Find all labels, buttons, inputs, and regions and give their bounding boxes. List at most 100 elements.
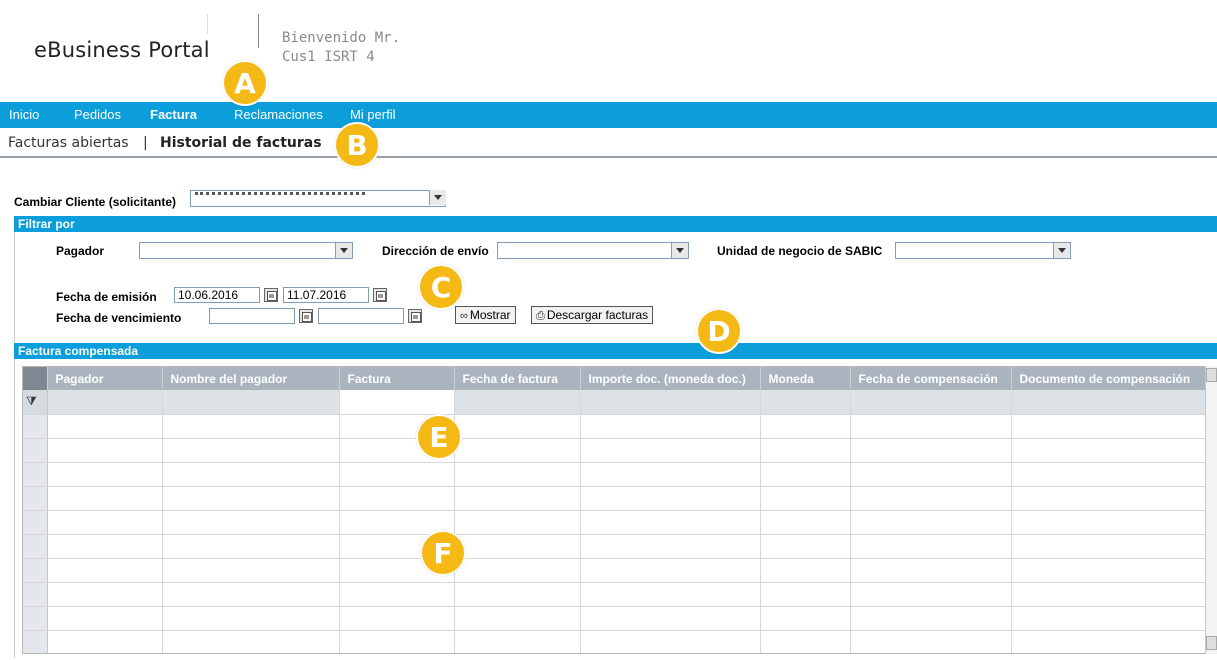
table-cell[interactable] [454, 510, 581, 535]
table-cell[interactable] [1011, 462, 1207, 487]
table-cell[interactable] [850, 462, 1012, 487]
table-cell[interactable] [162, 534, 340, 559]
table-cell[interactable] [580, 438, 761, 463]
table-cell[interactable] [162, 438, 340, 463]
table-row[interactable] [23, 558, 1207, 583]
table-cell[interactable] [47, 486, 163, 511]
table-cell[interactable] [454, 606, 581, 631]
row-header[interactable] [23, 486, 48, 511]
table-cell[interactable] [760, 606, 851, 631]
table-cell[interactable] [454, 414, 581, 439]
table-cell[interactable] [162, 414, 340, 439]
nav-item-mi-perfil[interactable]: Mi perfil [350, 107, 396, 122]
table-cell[interactable] [580, 414, 761, 439]
table-cell[interactable] [1011, 606, 1207, 631]
table-cell[interactable] [454, 630, 581, 653]
calendar-icon[interactable] [373, 288, 387, 302]
table-cell[interactable] [1011, 630, 1207, 653]
table-row[interactable] [23, 462, 1207, 487]
filter-cell[interactable] [1011, 390, 1207, 415]
table-row[interactable] [23, 630, 1207, 653]
filter-cell[interactable] [162, 390, 340, 415]
filter-cell[interactable] [850, 390, 1012, 415]
table-cell[interactable] [47, 630, 163, 653]
table-cell[interactable] [850, 606, 1012, 631]
table-cell[interactable] [339, 486, 455, 511]
row-header[interactable] [23, 462, 48, 487]
table-cell[interactable] [760, 510, 851, 535]
vencimiento-from-input[interactable] [209, 308, 295, 324]
chevron-down-icon[interactable] [1053, 243, 1070, 258]
vencimiento-to-input[interactable] [318, 308, 404, 324]
subnav-item-historial[interactable]: Historial de facturas [160, 135, 322, 151]
table-cell[interactable] [1011, 534, 1207, 559]
table-cell[interactable] [47, 582, 163, 607]
table-cell[interactable] [1011, 486, 1207, 511]
table-cell[interactable] [339, 462, 455, 487]
table-cell[interactable] [580, 582, 761, 607]
table-cell[interactable] [339, 582, 455, 607]
calendar-icon[interactable] [264, 288, 278, 302]
table-cell[interactable] [760, 414, 851, 439]
table-cell[interactable] [850, 558, 1012, 583]
table-row[interactable] [23, 606, 1207, 631]
table-cell[interactable] [47, 438, 163, 463]
table-cell[interactable] [339, 630, 455, 653]
table-cell[interactable] [47, 606, 163, 631]
column-header-nombre-pagador[interactable]: Nombre del pagador [162, 367, 340, 390]
table-cell[interactable] [850, 630, 1012, 653]
table-cell[interactable] [1011, 558, 1207, 583]
filter-cell[interactable] [760, 390, 851, 415]
table-cell[interactable] [454, 534, 581, 559]
scroll-down-arrow-icon[interactable] [1206, 636, 1217, 650]
table-cell[interactable] [850, 582, 1012, 607]
table-cell[interactable] [47, 414, 163, 439]
row-header[interactable] [23, 582, 48, 607]
emision-from-input[interactable]: 10.06.2016 [174, 287, 260, 303]
table-cell[interactable] [1011, 414, 1207, 439]
table-cell[interactable] [162, 606, 340, 631]
table-cell[interactable] [1011, 438, 1207, 463]
table-cell[interactable] [47, 510, 163, 535]
results-grid[interactable]: Pagador Nombre del pagador Factura Fecha… [22, 366, 1217, 654]
table-cell[interactable] [850, 486, 1012, 511]
row-header[interactable] [23, 510, 48, 535]
chevron-down-icon[interactable] [429, 190, 446, 205]
table-cell[interactable] [47, 558, 163, 583]
filter-cell-active[interactable] [339, 390, 455, 415]
table-cell[interactable] [454, 558, 581, 583]
table-cell[interactable] [580, 534, 761, 559]
pagador-select[interactable] [139, 242, 353, 259]
table-cell[interactable] [454, 486, 581, 511]
direccion-select[interactable] [497, 242, 689, 259]
table-cell[interactable] [162, 486, 340, 511]
chevron-down-icon[interactable] [335, 243, 352, 258]
row-header[interactable] [23, 414, 48, 439]
table-row[interactable] [23, 438, 1207, 463]
filter-icon[interactable]: ⧩ [23, 394, 37, 408]
table-cell[interactable] [580, 606, 761, 631]
filter-cell[interactable] [47, 390, 163, 415]
table-cell[interactable] [580, 558, 761, 583]
column-header-fecha-factura[interactable]: Fecha de factura [454, 367, 581, 390]
row-header[interactable] [23, 558, 48, 583]
nav-item-factura[interactable]: Factura [150, 107, 197, 122]
table-cell[interactable] [850, 414, 1012, 439]
table-cell[interactable] [760, 486, 851, 511]
subnav-item-facturas-abiertas[interactable]: Facturas abiertas [8, 135, 129, 151]
unidad-select[interactable] [895, 242, 1071, 259]
table-cell[interactable] [47, 534, 163, 559]
table-cell[interactable] [1011, 582, 1207, 607]
row-header[interactable] [23, 606, 48, 631]
calendar-icon[interactable] [408, 309, 422, 323]
filter-cell[interactable] [454, 390, 581, 415]
table-cell[interactable] [580, 630, 761, 653]
table-cell[interactable] [580, 510, 761, 535]
table-row[interactable] [23, 582, 1207, 607]
filter-cell[interactable] [580, 390, 761, 415]
row-header[interactable] [23, 438, 48, 463]
column-header-fecha-compensacion[interactable]: Fecha de compensación [850, 367, 1012, 390]
calendar-icon[interactable] [299, 309, 313, 323]
row-header[interactable] [23, 630, 48, 653]
table-cell[interactable] [47, 462, 163, 487]
